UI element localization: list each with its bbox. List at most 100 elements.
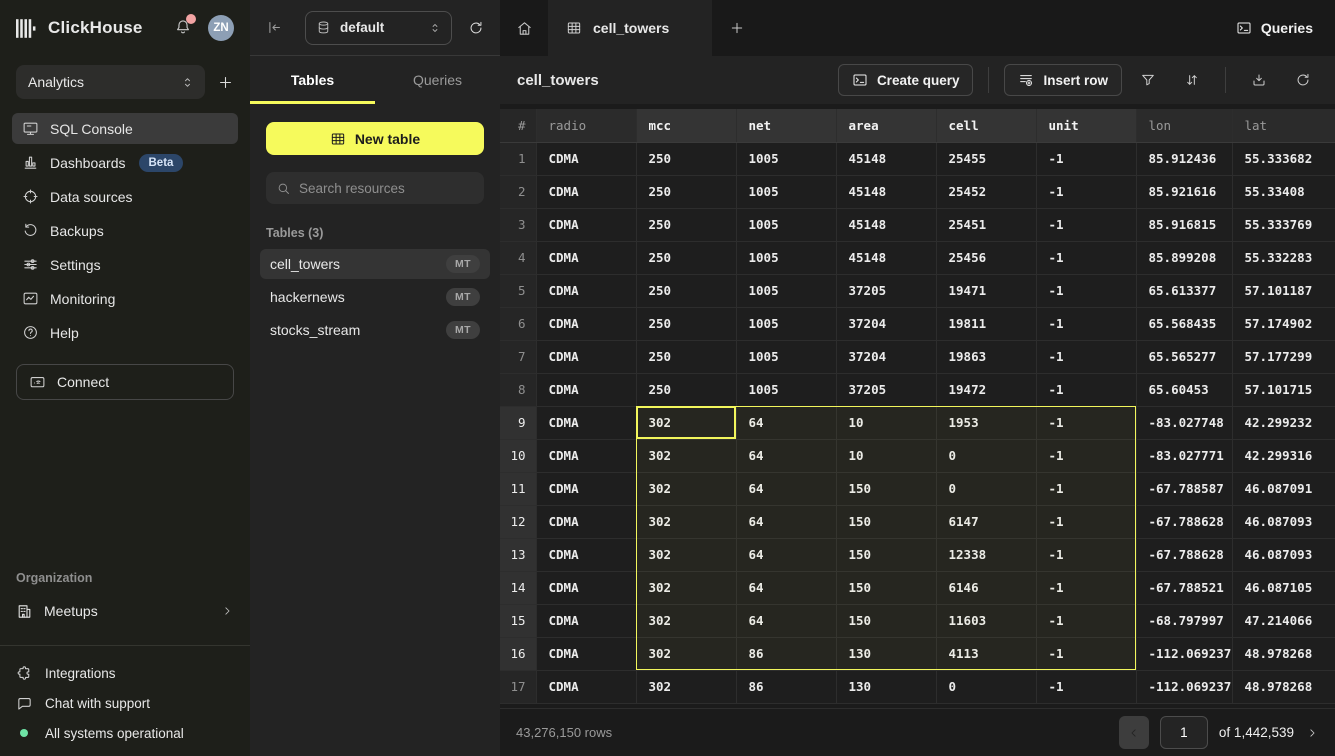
cell[interactable]: 10 [836,406,936,439]
cell[interactable]: 46.087105 [1232,571,1335,604]
tab-cell-towers[interactable]: cell_towers [548,0,712,56]
cell[interactable]: 45148 [836,175,936,208]
cell[interactable]: 85.912436 [1136,142,1232,175]
cell[interactable]: 85.916815 [1136,208,1232,241]
new-tab-button[interactable] [712,0,762,56]
column-header-lat[interactable]: lat [1232,109,1335,142]
row-number[interactable]: 7 [500,340,536,373]
cell[interactable]: -1 [1036,505,1136,538]
footer-item-chat-with-support[interactable]: Chat with support [0,688,250,718]
sort-button[interactable] [1174,64,1210,96]
cell[interactable]: CDMA [536,571,636,604]
cell[interactable]: CDMA [536,670,636,703]
cell[interactable]: -1 [1036,439,1136,472]
column-header-lon[interactable]: lon [1136,109,1232,142]
cell[interactable]: 19471 [936,274,1036,307]
row-number[interactable]: 12 [500,505,536,538]
cell[interactable]: 64 [736,439,836,472]
sidebar-item-backups[interactable]: Backups [12,215,238,246]
cell[interactable]: 6147 [936,505,1036,538]
cell[interactable]: 1005 [736,274,836,307]
cell[interactable]: 64 [736,571,836,604]
cell[interactable]: 55.333682 [1232,142,1335,175]
cell[interactable]: 150 [836,571,936,604]
cell[interactable]: -83.027771 [1136,439,1232,472]
cell[interactable]: 302 [636,571,736,604]
cell[interactable]: 302 [636,439,736,472]
cell[interactable]: 302 [636,670,736,703]
queries-button[interactable]: Queries [1214,0,1335,56]
row-number[interactable]: 16 [500,637,536,670]
cell[interactable]: 25452 [936,175,1036,208]
cell[interactable]: -1 [1036,274,1136,307]
org-item-meetups[interactable]: Meetups [0,595,250,627]
cell[interactable]: 65.60453 [1136,373,1232,406]
cell[interactable]: CDMA [536,241,636,274]
cell[interactable]: 12338 [936,538,1036,571]
footer-item-integrations[interactable]: Integrations [0,658,250,688]
create-query-button[interactable]: Create query [838,64,974,96]
cell[interactable]: -1 [1036,241,1136,274]
cell[interactable]: -112.069237 [1136,637,1232,670]
cell[interactable]: 46.087093 [1232,505,1335,538]
row-number[interactable]: 10 [500,439,536,472]
cell[interactable]: 65.565277 [1136,340,1232,373]
refresh-table-button[interactable] [1285,64,1321,96]
cell[interactable]: -67.788587 [1136,472,1232,505]
cell[interactable]: 1005 [736,373,836,406]
cell[interactable]: 130 [836,670,936,703]
cell[interactable]: -1 [1036,571,1136,604]
cell[interactable]: 6146 [936,571,1036,604]
cell[interactable]: 150 [836,538,936,571]
row-number[interactable]: 6 [500,307,536,340]
cell[interactable]: 42.299232 [1232,406,1335,439]
cell[interactable]: 64 [736,472,836,505]
cell[interactable]: 48.978268 [1232,670,1335,703]
cell[interactable]: 48.978268 [1232,637,1335,670]
insert-row-button[interactable]: Insert row [1004,64,1122,96]
collapse-panel-button[interactable] [266,19,283,36]
cell[interactable]: 57.177299 [1232,340,1335,373]
cell[interactable]: 150 [836,505,936,538]
notifications-button[interactable] [174,18,192,39]
column-header-mcc[interactable]: mcc [636,109,736,142]
cell[interactable]: 45148 [836,241,936,274]
cell[interactable]: CDMA [536,406,636,439]
cell[interactable]: 1005 [736,241,836,274]
cell[interactable]: 65.613377 [1136,274,1232,307]
row-number[interactable]: 17 [500,670,536,703]
cell[interactable]: 1005 [736,307,836,340]
cell[interactable]: 1005 [736,175,836,208]
cell[interactable]: 86 [736,670,836,703]
cell[interactable]: -1 [1036,670,1136,703]
cell[interactable]: 302 [636,505,736,538]
row-number[interactable]: 15 [500,604,536,637]
new-table-button[interactable]: New table [266,122,484,155]
row-number[interactable]: 3 [500,208,536,241]
cell[interactable]: 250 [636,142,736,175]
cell[interactable]: 0 [936,670,1036,703]
cell[interactable]: 25455 [936,142,1036,175]
table-list-item-stocks_stream[interactable]: stocks_streamMT [260,315,490,345]
cell[interactable]: CDMA [536,307,636,340]
row-number[interactable]: 1 [500,142,536,175]
cell[interactable]: 47.214066 [1232,604,1335,637]
cell[interactable]: -67.788628 [1136,505,1232,538]
row-number[interactable]: 2 [500,175,536,208]
connect-button[interactable]: Connect [16,364,234,400]
cell[interactable]: -1 [1036,175,1136,208]
cell[interactable]: 250 [636,274,736,307]
cell[interactable]: 250 [636,208,736,241]
next-page-button[interactable] [1305,726,1319,740]
page-input[interactable] [1160,716,1208,749]
cell[interactable]: 302 [636,538,736,571]
cell[interactable]: 64 [736,604,836,637]
cell[interactable]: -67.788628 [1136,538,1232,571]
cell[interactable]: 64 [736,538,836,571]
cell[interactable]: 250 [636,307,736,340]
sidebar-item-settings[interactable]: Settings [12,249,238,280]
cell[interactable]: 0 [936,439,1036,472]
column-header-unit[interactable]: unit [1036,109,1136,142]
cell[interactable]: 130 [836,637,936,670]
cell[interactable]: 250 [636,373,736,406]
